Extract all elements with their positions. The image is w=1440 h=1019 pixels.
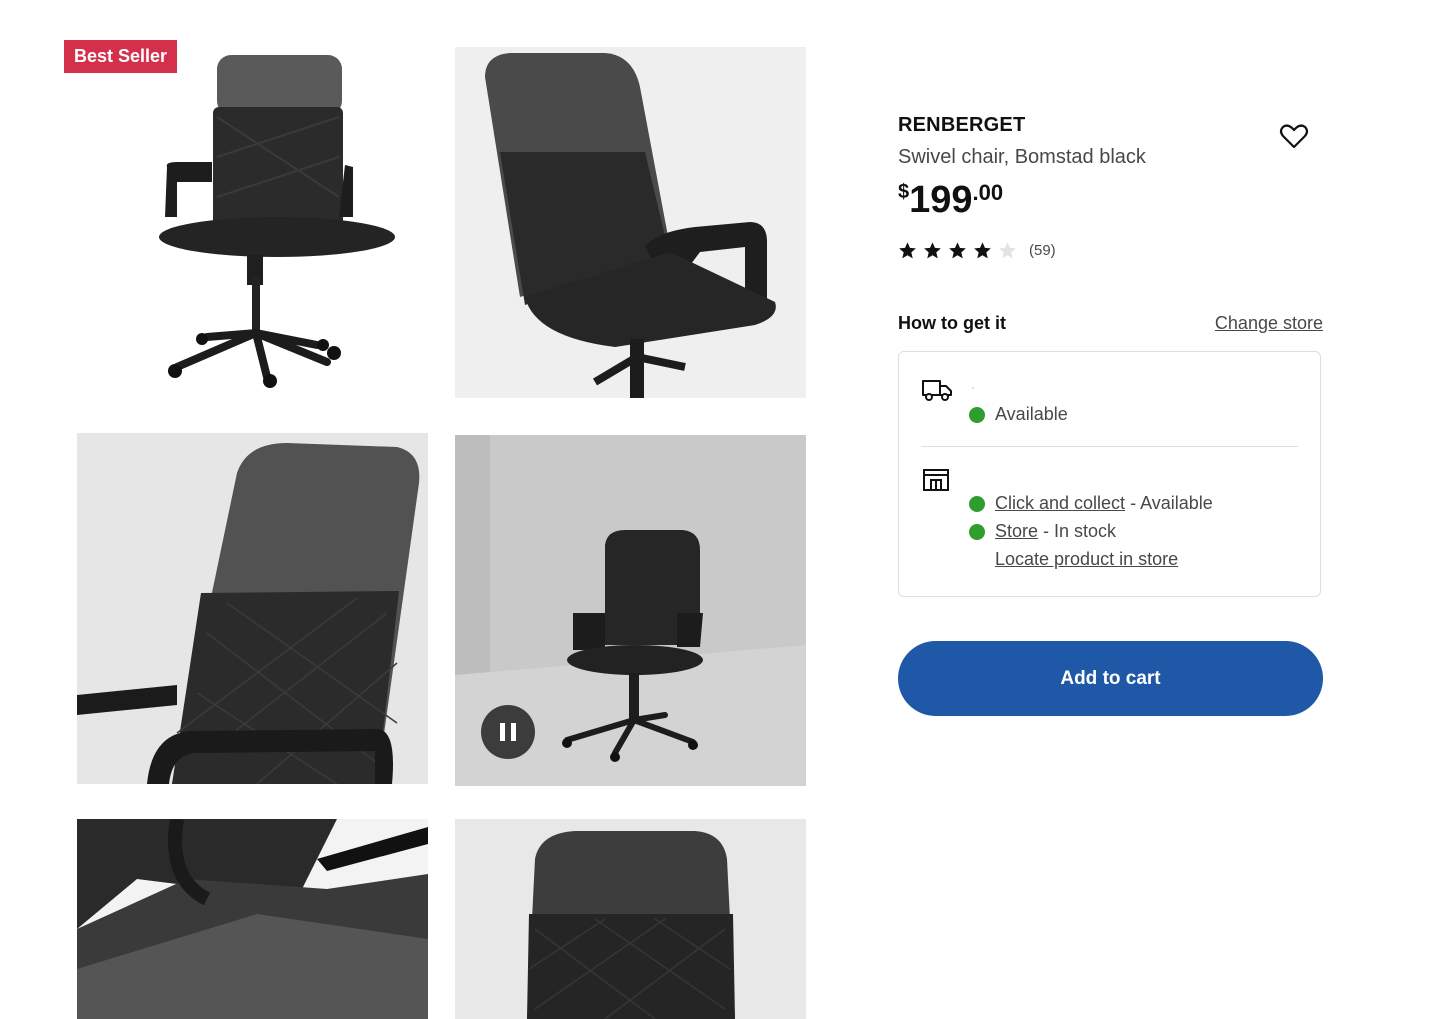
product-rating[interactable]: (59) [898,241,1323,260]
change-store-link[interactable]: Change store [1215,313,1323,334]
price-decimal: .00 [972,180,1004,205]
click-collect-availability: Click and collect - Available [969,493,1213,514]
rating-count: (59) [1029,242,1056,259]
truck-icon [922,380,952,401]
video-pause-button[interactable] [481,705,535,759]
how-to-get-it-header: How to get it Change store [898,313,1323,334]
locate-product-row: Locate product in store [995,549,1178,570]
gallery-image-chair-back[interactable] [455,47,806,398]
star-filled-icon [949,242,966,259]
best-seller-badge: Best Seller [64,40,178,73]
gallery-image-seat-underside[interactable] [77,819,428,1019]
product-summary: RENBERGET Swivel chair, Bomstad black $1… [898,108,1323,260]
pause-icon [500,723,516,741]
star-filled-icon [974,242,991,259]
locate-product-link[interactable]: Locate product in store [995,549,1178,570]
how-to-get-it-title: How to get it [898,313,1006,333]
product-price: $199.00 [898,181,1323,219]
delivery-placeholder-text: · [971,380,975,394]
add-to-cart-button[interactable]: Add to cart [898,641,1323,716]
gallery-image-backrest-closeup[interactable] [77,433,428,784]
favorite-button[interactable] [1278,120,1310,152]
status-dot [969,523,985,540]
price-currency: $ [898,181,910,203]
star-empty-icon [999,242,1016,259]
product-name: RENBERGET [898,114,1026,136]
store-status: - In stock [1038,521,1117,541]
heart-icon [1279,124,1309,149]
product-description: Swivel chair, Bomstad black [898,146,1146,168]
click-and-collect-link[interactable]: Click and collect [995,493,1125,514]
star-filled-icon [899,242,916,259]
product-image-gallery: Best Seller [0,0,860,1019]
gallery-image-chair-front[interactable] [77,47,428,398]
availability-panel: · Available Click and collect - Availabl… [898,351,1321,597]
divider [921,446,1298,447]
click-collect-status: - Available [1125,493,1213,513]
store-icon [923,469,949,491]
store-link[interactable]: Store [995,521,1038,542]
gallery-image-backrest-front[interactable] [455,819,806,1019]
price-integer: 199 [909,179,973,221]
status-dot [969,495,985,512]
store-availability: Store - In stock [969,521,1116,542]
star-filled-icon [924,242,941,259]
status-dot [969,406,985,423]
delivery-availability: Available [969,404,1068,425]
delivery-status: Available [995,404,1068,424]
